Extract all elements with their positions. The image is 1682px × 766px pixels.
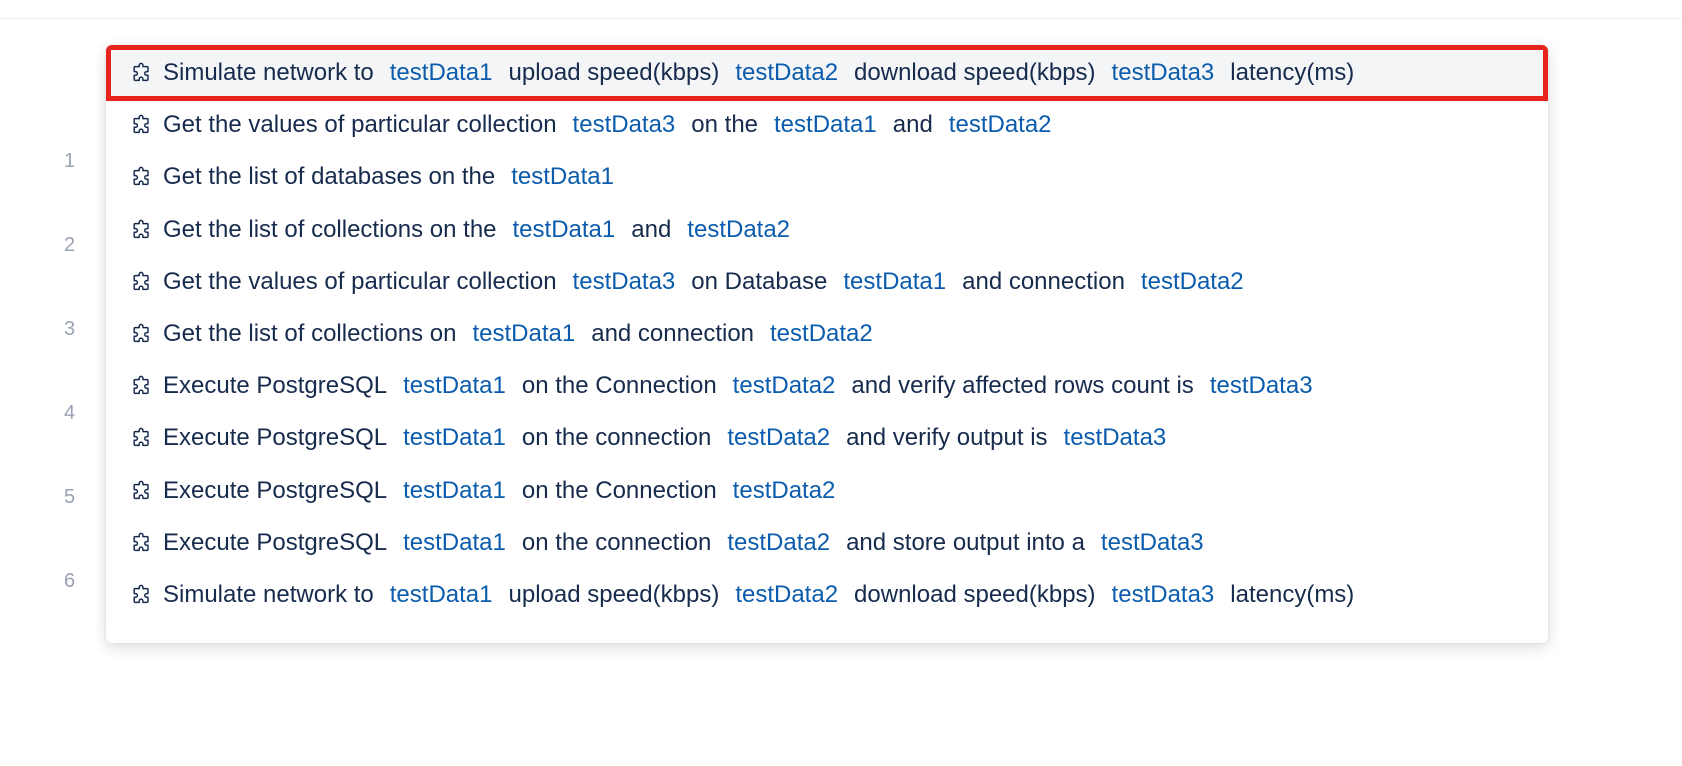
test-data-param: testData2: [732, 372, 836, 400]
step-text: Simulate network to: [163, 581, 374, 608]
test-data-param: testData2: [735, 581, 839, 608]
puzzle-icon: [133, 323, 149, 343]
test-data-param: testData1: [403, 372, 506, 400]
step-text: upload speed(kbps): [508, 581, 720, 608]
suggestion-item[interactable]: Execute PostgreSQL testData1 on the Connec…: [106, 358, 1548, 414]
puzzle-icon: [133, 584, 149, 604]
test-data-param: testData1: [774, 111, 877, 139]
step-text: on the: [691, 111, 759, 139]
step-text: Execute PostgreSQL: [163, 528, 388, 556]
step-suggestion-dropdown[interactable]: Simulate network to testData1 upload speed…: [106, 45, 1548, 643]
step-text: and connection: [962, 267, 1125, 295]
step-text: on the Connection: [521, 476, 717, 504]
test-data-param: testData3: [1111, 59, 1215, 86]
step-text: Execute PostgreSQL: [163, 372, 388, 400]
step-text: on the Connection: [521, 372, 717, 400]
step-text: on Database: [691, 267, 828, 295]
line-number: 3: [64, 318, 76, 340]
test-data-param: testData3: [572, 267, 676, 295]
step-text: latency(ms): [1230, 581, 1355, 608]
step-text: and: [631, 215, 672, 243]
test-data-param: testData1: [512, 215, 616, 243]
suggestion-item[interactable]: Get the list of collections on testData1 a…: [106, 306, 1548, 362]
suggestion-item[interactable]: Execute PostgreSQL testData1 on the connec…: [106, 515, 1548, 571]
puzzle-icon: [133, 480, 149, 499]
top-bar: [0, 0, 1682, 19]
step-text: Execute PostgreSQL: [163, 424, 388, 452]
line-number: 2: [64, 234, 76, 256]
step-text: and verify affected rows count is: [851, 372, 1194, 400]
suggestion-item[interactable]: Get the list of collections on the testDa…: [106, 202, 1548, 258]
line-number: 4: [64, 402, 76, 424]
test-data-param: testData2: [727, 424, 831, 452]
step-text: latency(ms): [1230, 59, 1355, 86]
step-text: on the connection: [521, 528, 712, 556]
suggestion-item-selected[interactable]: Simulate network to testData1 upload speed…: [106, 45, 1548, 101]
test-data-param: testData1: [403, 424, 506, 452]
test-data-param: testData1: [843, 267, 947, 295]
step-text: Get the list of collections on the: [163, 215, 497, 243]
step-text: download speed(kbps): [854, 59, 1096, 86]
test-data-param: testData1: [403, 476, 506, 504]
suggestion-item[interactable]: Get the values of particular collection t…: [106, 97, 1548, 153]
puzzle-icon: [133, 114, 149, 134]
test-data-param: testData3: [1111, 581, 1215, 608]
test-data-param: testData1: [403, 528, 506, 556]
step-text: and store output into a: [846, 528, 1085, 556]
line-number: 5: [64, 486, 76, 508]
step-text: upload speed(kbps): [508, 59, 720, 86]
test-data-param: testData1: [389, 581, 493, 608]
line-number: 1: [64, 150, 76, 172]
test-data-param: testData1: [511, 163, 614, 191]
test-data-param: testData3: [1100, 528, 1204, 556]
puzzle-icon: [133, 428, 149, 447]
step-text: and connection: [591, 320, 755, 347]
step-text: on the connection: [521, 424, 712, 452]
step-text: and: [892, 111, 933, 139]
puzzle-icon: [133, 167, 149, 186]
step-text: and verify output is: [846, 424, 1048, 452]
suggestion-item[interactable]: Get the values of particular collection t…: [106, 254, 1548, 310]
test-data-param: testData2: [948, 111, 1052, 139]
test-data-param: testData1: [389, 59, 493, 86]
test-data-param: testData2: [770, 320, 873, 347]
suggestion-item[interactable]: Simulate network to testData1 upload speed…: [106, 567, 1548, 623]
puzzle-icon: [133, 219, 149, 238]
step-text: Get the values of particular collection: [163, 111, 557, 139]
step-text: Simulate network to: [163, 59, 374, 86]
test-data-param: testData2: [727, 528, 831, 556]
step-text: Get the values of particular collection: [163, 267, 557, 295]
test-data-param: testData2: [687, 215, 791, 243]
puzzle-icon: [133, 271, 149, 290]
suggestion-item[interactable]: Execute PostgreSQL testData1 on the connec…: [106, 410, 1548, 466]
step-text: Get the list of collections on: [163, 320, 457, 347]
line-number: 6: [64, 570, 76, 592]
test-data-param: testData1: [472, 320, 576, 347]
suggestion-item[interactable]: Execute PostgreSQL testData1 on the Connec…: [106, 463, 1548, 519]
step-text: Execute PostgreSQL: [163, 476, 388, 504]
test-data-param: testData2: [735, 59, 839, 86]
step-text: Get the list of databases on the: [163, 163, 496, 191]
test-data-param: testData2: [1140, 267, 1244, 295]
puzzle-icon: [133, 375, 149, 395]
puzzle-icon: [133, 62, 149, 82]
test-data-param: testData3: [1209, 372, 1313, 400]
step-text: download speed(kbps): [854, 581, 1096, 608]
test-data-param: testData2: [732, 476, 836, 504]
test-data-param: testData3: [572, 111, 676, 139]
puzzle-icon: [133, 532, 149, 551]
test-data-param: testData3: [1063, 424, 1167, 452]
suggestion-item[interactable]: Get the list of databases on the testData…: [106, 149, 1548, 205]
